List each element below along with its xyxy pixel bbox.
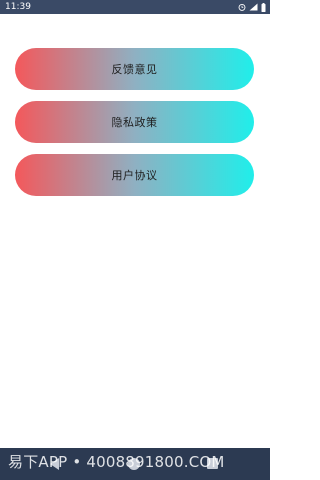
- back-icon[interactable]: [50, 458, 59, 470]
- user-agreement-button[interactable]: 用户协议: [15, 154, 254, 196]
- signal-icon: [249, 3, 258, 11]
- status-time: 11:39: [5, 2, 31, 12]
- status-bar: 11:39: [0, 0, 270, 14]
- battery-icon: [261, 2, 266, 12]
- home-icon[interactable]: [128, 458, 140, 470]
- privacy-policy-button[interactable]: 隐私政策: [15, 101, 254, 143]
- alarm-icon: [238, 3, 246, 11]
- recent-apps-icon[interactable]: [207, 458, 218, 469]
- navigation-bar: [0, 448, 270, 480]
- status-icons: [238, 2, 266, 12]
- feedback-button[interactable]: 反馈意见: [15, 48, 254, 90]
- settings-menu: 反馈意见 隐私政策 用户协议: [15, 48, 254, 207]
